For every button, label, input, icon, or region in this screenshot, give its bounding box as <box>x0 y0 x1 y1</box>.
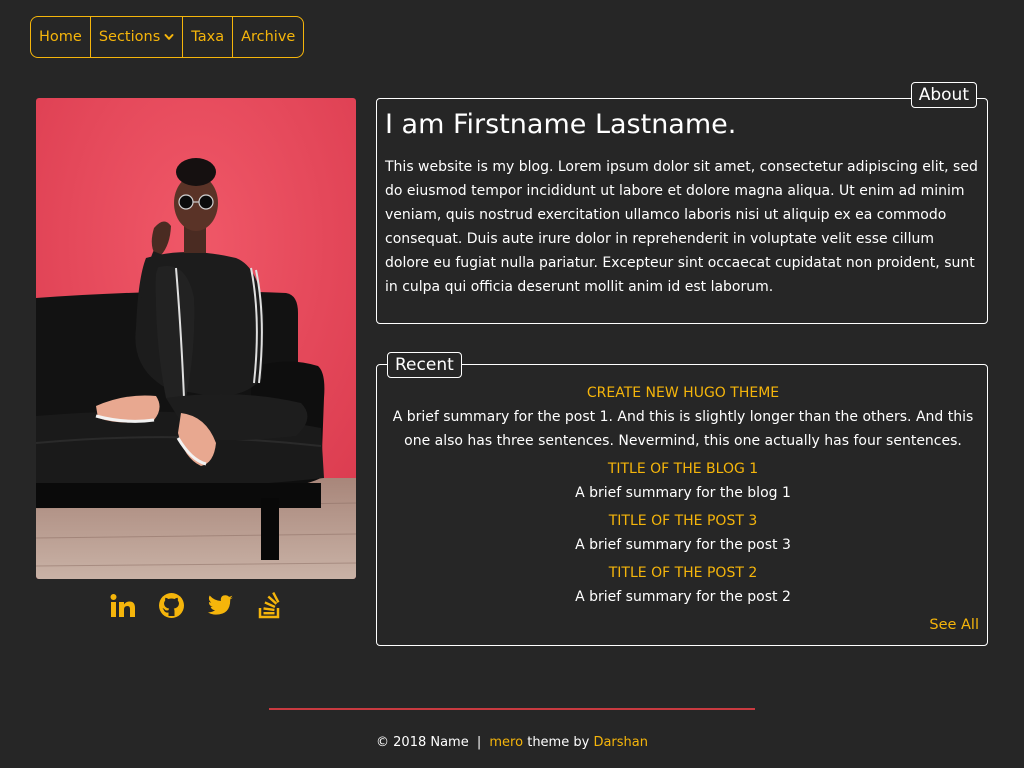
theme-link[interactable]: mero <box>489 735 523 750</box>
nav-taxa-label: Taxa <box>191 29 225 45</box>
post-summary: A brief summary for the post 2 <box>575 589 791 605</box>
post-summary: A brief summary for the post 3 <box>575 537 791 553</box>
footer-copyright: © 2018 Name <box>376 735 469 750</box>
nav-taxa[interactable]: Taxa <box>183 17 234 57</box>
profile-photo <box>36 98 356 579</box>
about-legend: About <box>910 82 977 108</box>
main-nav: Home Sections Taxa Archive <box>30 16 305 58</box>
linkedin-icon <box>110 593 135 617</box>
chevron-down-icon <box>164 34 174 40</box>
footer: © 2018 Name | mero theme by Darshan <box>0 735 1024 750</box>
recent-legend: Recent <box>387 352 462 378</box>
about-heading: I am Firstname Lastname. <box>385 109 737 140</box>
post-title-link[interactable]: CREATE NEW HUGO THEME <box>387 381 979 405</box>
twitter-icon <box>207 594 234 615</box>
about-section: About I am Firstname Lastname. This webs… <box>376 82 988 324</box>
list-item: TITLE OF THE POST 3 A brief summary for … <box>387 509 979 557</box>
nav-archive-label: Archive <box>241 29 296 45</box>
nav-sections-label: Sections <box>98 29 161 45</box>
list-item: TITLE OF THE BLOG 1 A brief summary for … <box>387 457 979 505</box>
social-links <box>36 592 356 619</box>
nav-sections[interactable]: Sections <box>91 17 184 57</box>
stackoverflow-link[interactable] <box>256 592 283 619</box>
github-link[interactable] <box>158 592 185 619</box>
post-summary: A brief summary for the blog 1 <box>575 485 791 501</box>
post-title-link[interactable]: TITLE OF THE POST 3 <box>387 509 979 533</box>
nav-home[interactable]: Home <box>31 17 91 57</box>
recent-post-list: CREATE NEW HUGO THEME A brief summary fo… <box>387 381 979 613</box>
nav-home-label: Home <box>39 29 82 45</box>
list-item: TITLE OF THE POST 2 A brief summary for … <box>387 561 979 609</box>
about-text: This website is my blog. Lorem ipsum dol… <box>385 159 978 295</box>
twitter-link[interactable] <box>207 592 234 619</box>
post-title-link[interactable]: TITLE OF THE BLOG 1 <box>387 457 979 481</box>
footer-divider <box>269 708 755 710</box>
recent-section: Recent CREATE NEW HUGO THEME A brief sum… <box>376 352 988 646</box>
post-title-link[interactable]: TITLE OF THE POST 2 <box>387 561 979 585</box>
see-all-link[interactable]: See All <box>929 617 979 633</box>
footer-separator: | <box>476 735 482 750</box>
nav-archive[interactable]: Archive <box>233 17 303 57</box>
post-summary: A brief summary for the post 1. And this… <box>392 409 974 449</box>
footer-theme-by: theme by <box>527 735 590 750</box>
github-icon <box>159 593 184 618</box>
stackoverflow-icon <box>258 592 279 619</box>
list-item: CREATE NEW HUGO THEME A brief summary fo… <box>387 381 979 453</box>
linkedin-link[interactable] <box>109 592 136 619</box>
author-link[interactable]: Darshan <box>593 735 648 750</box>
